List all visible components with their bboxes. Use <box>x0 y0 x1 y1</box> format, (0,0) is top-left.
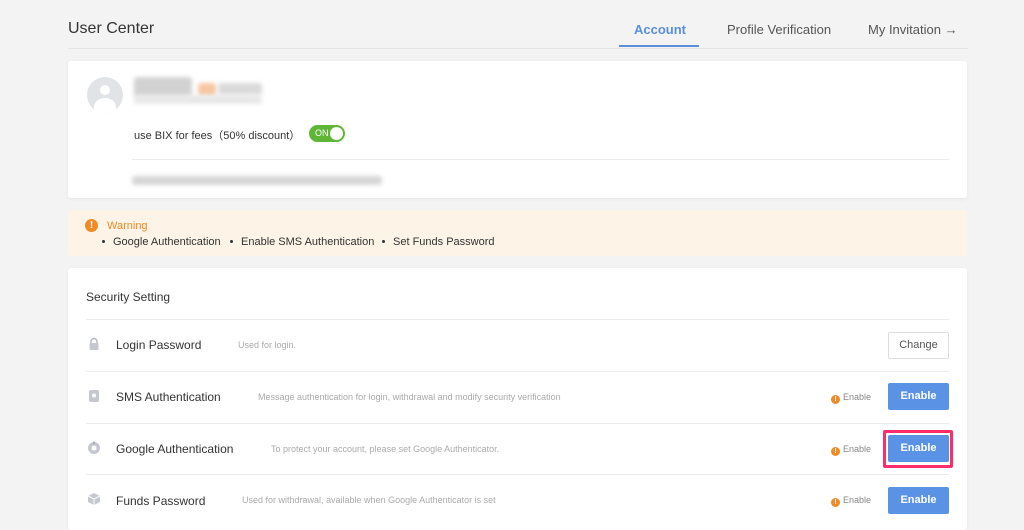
warning-title: Warning <box>107 220 148 232</box>
security-settings-card: Security Setting Login Password Used for… <box>68 268 967 530</box>
bix-fee-toggle[interactable]: ON <box>309 125 345 142</box>
bix-fee-label: use BIX for fees（50% discount） <box>134 130 301 142</box>
row-divider <box>86 371 949 372</box>
warning-item-sms-auth[interactable]: Enable SMS Authentication <box>230 236 374 248</box>
username-redacted <box>134 77 192 97</box>
google-auth-desc: To protect your account, please set Goog… <box>271 444 500 454</box>
profile-card: use BIX for fees（50% discount） ON <box>68 61 967 198</box>
security-settings-title: Security Setting <box>86 290 171 304</box>
tab-account[interactable]: Account <box>634 22 686 37</box>
row-divider <box>86 423 949 424</box>
section-divider <box>86 319 949 320</box>
google-authenticator-icon <box>88 441 100 454</box>
funds-password-label: Funds Password <box>116 494 206 508</box>
enable-google-auth-button[interactable]: Enable <box>888 435 949 462</box>
tab-my-invitation[interactable]: My Invitation → <box>868 22 958 37</box>
toggle-state-label: ON <box>315 128 329 138</box>
funds-password-desc: Used for withdrawal, available when Goog… <box>242 495 496 505</box>
user-info-redacted <box>134 95 262 104</box>
row-divider <box>86 474 949 475</box>
active-tab-indicator <box>619 45 699 47</box>
sms-auth-desc: Message authentication for login, withdr… <box>258 392 561 402</box>
google-auth-status: ! Enable <box>831 444 871 456</box>
google-auth-label: Google Authentication <box>116 442 234 456</box>
warning-icon: ! <box>85 219 98 232</box>
enable-sms-auth-button[interactable]: Enable <box>888 383 949 410</box>
sms-auth-label: SMS Authentication <box>116 390 221 404</box>
funds-password-status: ! Enable <box>831 495 871 507</box>
page-header: User Center Account Profile Verification… <box>68 0 968 49</box>
enable-funds-password-button[interactable]: Enable <box>888 487 949 514</box>
warning-banner: ! Warning Google Authentication Enable S… <box>68 210 967 256</box>
toggle-knob <box>330 127 343 140</box>
user-id-redacted <box>218 83 262 95</box>
status-warning-icon: ! <box>831 498 840 507</box>
status-warning-icon: ! <box>831 447 840 456</box>
login-password-desc: Used for login. <box>238 340 297 350</box>
login-info-redacted <box>132 176 382 185</box>
warning-item-funds-password[interactable]: Set Funds Password <box>382 236 495 248</box>
sms-auth-status: ! Enable <box>831 392 871 404</box>
wallet-icon <box>87 493 101 505</box>
profile-divider <box>132 159 949 160</box>
status-warning-icon: ! <box>831 395 840 404</box>
lock-icon <box>89 337 99 350</box>
warning-item-google-auth[interactable]: Google Authentication <box>102 236 221 248</box>
page-title: User Center <box>68 20 155 37</box>
sms-icon <box>89 390 99 402</box>
change-login-password-button[interactable]: Change <box>888 332 949 359</box>
tab-profile-verification[interactable]: Profile Verification <box>727 22 831 37</box>
login-password-label: Login Password <box>116 338 202 352</box>
avatar <box>87 77 123 113</box>
